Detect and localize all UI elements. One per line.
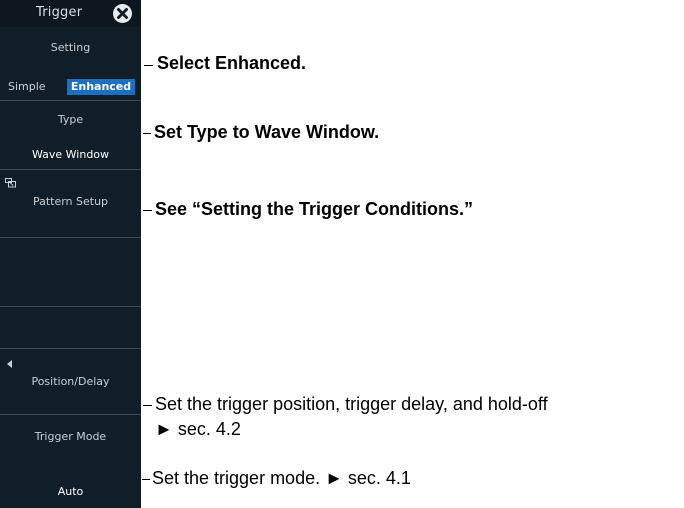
menu-title-bar: Trigger (0, 0, 141, 27)
callout-position-line2: ► sec. 4.2 (155, 419, 241, 439)
setting-option-simple[interactable]: Simple (8, 79, 46, 95)
callout-pattern: See “Setting the Trigger Conditions.” (155, 199, 474, 219)
callout-leader-line (143, 405, 152, 406)
callout-leader-line (142, 479, 150, 480)
type-value: Wave Window (31, 148, 110, 161)
trigger-mode-value: Auto (57, 485, 84, 498)
trigger-mode-menu-item[interactable]: Trigger Mode Auto (0, 415, 141, 508)
submenu-icon (5, 178, 16, 188)
triangle-left-icon (7, 360, 12, 368)
trigger-mode-label: Trigger Mode (34, 430, 107, 443)
position-delay-label: Position/Delay (31, 375, 110, 388)
empty-menu-slot (0, 238, 141, 305)
type-label: Type (57, 113, 84, 126)
callout-setting: Select Enhanced. (157, 53, 307, 73)
menu-title: Trigger (36, 5, 83, 20)
callout-leader-line (144, 65, 153, 66)
type-menu-item[interactable]: Type Wave Window (0, 101, 141, 168)
trigger-menu-panel: Trigger Setting Simple Enhanced Type Wav… (0, 0, 141, 508)
callout-leader-line (143, 210, 152, 211)
pattern-setup-label: Pattern Setup (32, 195, 109, 208)
close-icon[interactable] (113, 4, 132, 23)
position-delay-menu-item[interactable]: Position/Delay (0, 349, 141, 413)
callout-type: Set Type to Wave Window. (154, 122, 380, 142)
setting-toggle[interactable]: Simple Enhanced (0, 79, 141, 95)
empty-menu-slot (0, 307, 141, 348)
setting-option-enhanced[interactable]: Enhanced (67, 79, 135, 95)
pattern-setup-menu-item[interactable]: Pattern Setup (0, 170, 141, 236)
callout-position-line1: Set the trigger position, trigger delay,… (155, 394, 548, 414)
setting-label: Setting (50, 41, 91, 54)
callout-mode: Set the trigger mode. ► sec. 4.1 (152, 468, 411, 488)
callout-leader-line (143, 133, 151, 134)
